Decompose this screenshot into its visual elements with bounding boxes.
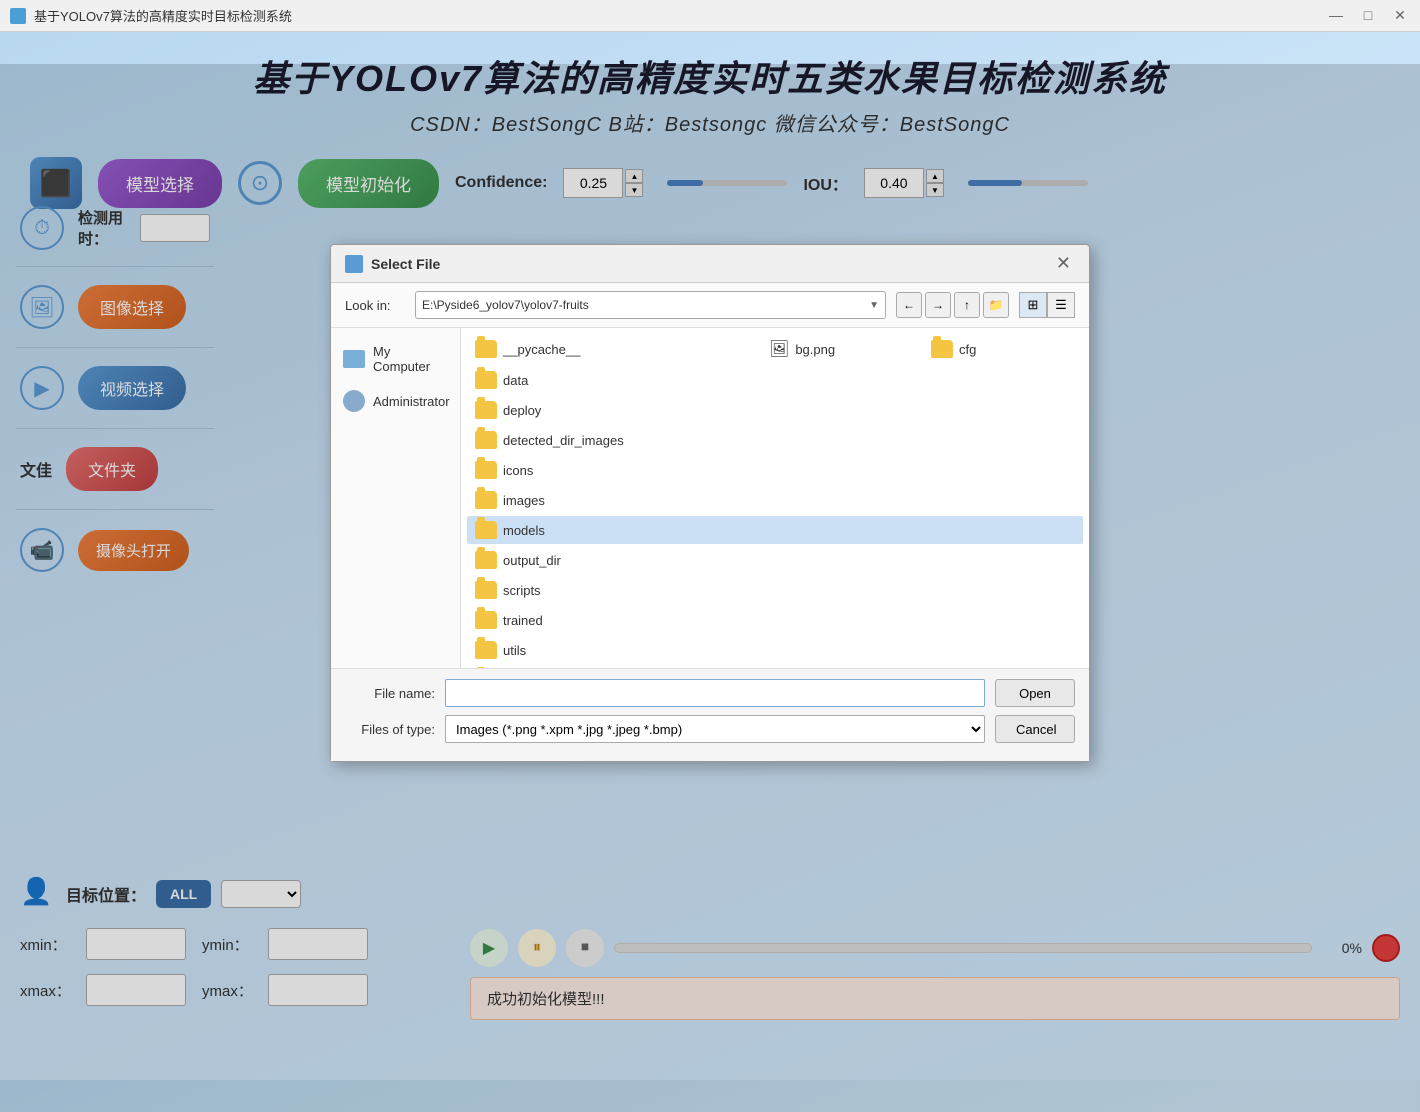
- file-item-output[interactable]: output_dir: [467, 546, 1083, 574]
- path-text: E:\Pyside6_yolov7\yolov7-fruits: [422, 298, 589, 312]
- dialog-sidebar: My Computer Administrator: [331, 328, 461, 668]
- dialog-title: Select File: [371, 256, 440, 272]
- administrator-label: Administrator: [373, 394, 450, 409]
- file-item-video[interactable]: video: [467, 666, 1083, 668]
- filetype-label: Files of type:: [345, 722, 435, 737]
- user-icon: [343, 390, 365, 412]
- maximize-button[interactable]: □: [1358, 7, 1378, 24]
- file-item-detected[interactable]: detected_dir_images: [467, 426, 1083, 454]
- dialog-titlebar: Select File ✕: [331, 245, 1089, 283]
- file-item-models[interactable]: models: [467, 516, 1083, 544]
- nav-buttons: ← → ↑ 📁: [896, 292, 1009, 318]
- look-in-label: Look in:: [345, 298, 405, 313]
- file-dialog: Select File ✕ Look in: E:\Pyside6_yolov7…: [330, 244, 1090, 762]
- minimize-button[interactable]: —: [1326, 7, 1346, 24]
- close-button[interactable]: ✕: [1390, 7, 1410, 24]
- nav-forward[interactable]: →: [925, 292, 951, 318]
- filetype-dropdown[interactable]: Images (*.png *.xpm *.jpg *.jpeg *.bmp): [445, 715, 985, 743]
- file-item-pycache[interactable]: __pycache__: [467, 334, 627, 364]
- file-item-deploy[interactable]: deploy: [467, 396, 1083, 424]
- dialog-close-button[interactable]: ✕: [1052, 253, 1075, 274]
- cancel-button[interactable]: Cancel: [995, 715, 1075, 743]
- app-area: 基于YOLOv7算法的高精度实时五类水果目标检测系统 CSDN：BestSong…: [0, 32, 1420, 1080]
- file-item-data[interactable]: data: [467, 366, 1083, 394]
- view-buttons: ⊞ ☰: [1019, 292, 1075, 318]
- view-list[interactable]: ☰: [1047, 292, 1075, 318]
- file-item-bg[interactable]: 🖼 bg.png: [761, 334, 921, 364]
- dialog-icon: [345, 255, 363, 273]
- filetype-row: Files of type: Images (*.png *.xpm *.jpg…: [345, 715, 1075, 743]
- window-controls[interactable]: — □ ✕: [1326, 7, 1410, 24]
- dialog-toolbar: Look in: E:\Pyside6_yolov7\yolov7-fruits…: [331, 283, 1089, 328]
- dialog-overlay: Select File ✕ Look in: E:\Pyside6_yolov7…: [0, 64, 1420, 1112]
- file-list: __pycache__ 🖼 bg.png cfg data: [461, 328, 1089, 668]
- filename-row: File name: Open: [345, 679, 1075, 707]
- pc-icon: [343, 350, 365, 368]
- mycomputer-label: My Computer: [373, 344, 448, 374]
- path-dropdown[interactable]: E:\Pyside6_yolov7\yolov7-fruits ▼: [415, 291, 886, 319]
- sidebar-item-mycomputer[interactable]: My Computer: [331, 336, 460, 382]
- filename-label: File name:: [345, 686, 435, 701]
- file-item-icons[interactable]: icons: [467, 456, 1083, 484]
- file-item-images[interactable]: images: [467, 486, 1083, 514]
- sidebar-item-administrator[interactable]: Administrator: [331, 382, 460, 420]
- filename-input[interactable]: [445, 679, 985, 707]
- window-title: 基于YOLOv7算法的高精度实时目标检测系统: [34, 6, 292, 25]
- view-icon[interactable]: ⊞: [1019, 292, 1047, 318]
- dialog-body: My Computer Administrator __pycache__: [331, 328, 1089, 668]
- title-bar: 基于YOLOv7算法的高精度实时目标检测系统 — □ ✕: [0, 0, 1420, 32]
- nav-back[interactable]: ←: [896, 292, 922, 318]
- file-item-cfg[interactable]: cfg: [923, 334, 1083, 364]
- app-icon: [10, 8, 26, 24]
- nav-folder[interactable]: 📁: [983, 292, 1009, 318]
- nav-up[interactable]: ↑: [954, 292, 980, 318]
- file-item-scripts[interactable]: scripts: [467, 576, 1083, 604]
- open-button[interactable]: Open: [995, 679, 1075, 707]
- file-item-utils[interactable]: utils: [467, 636, 1083, 664]
- dialog-footer: File name: Open Files of type: Images (*…: [331, 668, 1089, 761]
- file-item-trained[interactable]: trained: [467, 606, 1083, 634]
